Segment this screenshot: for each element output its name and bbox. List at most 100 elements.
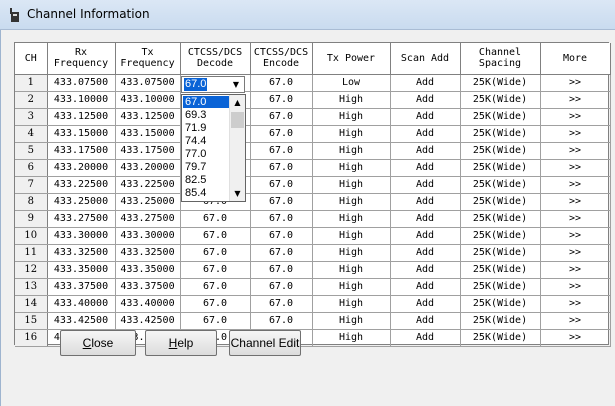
cell-spacing[interactable]: 25K(Wide) — [460, 193, 541, 211]
cell-tx-power[interactable]: High — [312, 295, 391, 313]
cell-spacing[interactable]: 25K(Wide) — [460, 210, 541, 228]
cell-decode[interactable]: 67.0 — [180, 261, 251, 279]
table-row[interactable]: 2433.10000433.1000067.067.0HighAdd25K(Wi… — [15, 91, 611, 109]
cell-scan-add[interactable]: Add — [390, 193, 461, 211]
cell-more[interactable]: >> — [540, 125, 611, 143]
cell-scan-add[interactable]: Add — [390, 142, 461, 160]
cell-rx-frequency[interactable]: 433.07500 — [47, 74, 116, 92]
decode-combobox[interactable]: 67.0 ▼ — [181, 76, 245, 93]
cell-encode[interactable]: 67.0 — [250, 159, 313, 177]
cell-more[interactable]: >> — [540, 74, 611, 92]
cell-rx-frequency[interactable]: 433.40000 — [47, 295, 116, 313]
col-header-tx[interactable]: Tx Frequency — [115, 43, 181, 75]
cell-more[interactable]: >> — [540, 329, 611, 347]
cell-rx-frequency[interactable]: 433.10000 — [47, 91, 116, 109]
table-row[interactable]: 9 433.27500 433.27500 67.0 67.0 High Add 25K(Wi… — [15, 210, 611, 228]
dropdown-option[interactable]: 77.0 — [183, 148, 231, 160]
cell-tx-power[interactable]: High — [312, 176, 391, 194]
table-row[interactable]: 5433.17500433.1750067.067.0HighAdd25K(Wi… — [15, 142, 611, 160]
help-button[interactable]: Help — [145, 330, 217, 356]
dropdown-option[interactable]: 67.0 — [183, 96, 231, 108]
cell-more[interactable]: >> — [540, 295, 611, 313]
dropdown-option[interactable]: 82.5 — [183, 174, 231, 186]
cell-scan-add[interactable]: Add — [390, 244, 461, 262]
cell-more[interactable]: >> — [540, 142, 611, 160]
cell-decode[interactable]: 67.0 — [180, 278, 251, 296]
dropdown-option[interactable]: 79.7 — [183, 161, 231, 173]
col-header-spacing[interactable]: Channel Spacing — [460, 43, 541, 75]
cell-tx-frequency[interactable]: 433.27500 — [115, 210, 181, 228]
chevron-down-icon[interactable]: ▼ — [229, 78, 243, 91]
cell-scan-add[interactable]: Add — [390, 176, 461, 194]
cell-tx-power[interactable]: High — [312, 125, 391, 143]
scroll-down-icon[interactable]: ▼ — [230, 186, 245, 201]
channel-edit-button[interactable]: Channel Edit — [229, 330, 301, 356]
cell-tx-frequency[interactable]: 433.35000 — [115, 261, 181, 279]
cell-decode[interactable]: 67.0 — [180, 210, 251, 228]
cell-spacing[interactable]: 25K(Wide) — [460, 295, 541, 313]
table-row[interactable]: 4433.15000433.1500067.067.0HighAdd25K(Wi… — [15, 125, 611, 143]
col-header-rx[interactable]: Rx Frequency — [47, 43, 116, 75]
cell-spacing[interactable]: 25K(Wide) — [460, 159, 541, 177]
cell-tx-frequency[interactable]: 433.32500 — [115, 244, 181, 262]
cell-scan-add[interactable]: Add — [390, 312, 461, 330]
cell-spacing[interactable]: 25K(Wide) — [460, 91, 541, 109]
cell-rx-frequency[interactable]: 433.30000 — [47, 227, 116, 245]
cell-spacing[interactable]: 25K(Wide) — [460, 108, 541, 126]
cell-decode[interactable]: 67.0 — [180, 227, 251, 245]
cell-spacing[interactable]: 25K(Wide) — [460, 74, 541, 92]
cell-spacing[interactable]: 25K(Wide) — [460, 312, 541, 330]
cell-tx-frequency[interactable]: 433.10000 — [115, 91, 181, 109]
cell-scan-add[interactable]: Add — [390, 210, 461, 228]
dropdown-option[interactable]: 71.9 — [183, 122, 231, 134]
cell-rx-frequency[interactable]: 433.35000 — [47, 261, 116, 279]
col-header-encode[interactable]: CTCSS/DCS Encode — [250, 43, 313, 75]
table-row[interactable]: 3433.12500433.1250067.067.0HighAdd25K(Wi… — [15, 108, 611, 126]
cell-rx-frequency[interactable]: 433.27500 — [47, 210, 116, 228]
cell-tx-power[interactable]: High — [312, 210, 391, 228]
cell-more[interactable]: >> — [540, 244, 611, 262]
cell-rx-frequency[interactable]: 433.37500 — [47, 278, 116, 296]
cell-more[interactable]: >> — [540, 108, 611, 126]
cell-rx-frequency[interactable]: 433.15000 — [47, 125, 116, 143]
cell-more[interactable]: >> — [540, 193, 611, 211]
cell-encode[interactable]: 67.0 — [250, 74, 313, 92]
cell-tx-frequency[interactable]: 433.40000 — [115, 295, 181, 313]
cell-tx-power[interactable]: High — [312, 329, 391, 347]
table-row[interactable]: 14 433.40000 433.40000 67.0 67.0 High Add 25K(W… — [15, 295, 611, 313]
dropdown-option[interactable]: 74.4 — [183, 135, 231, 147]
channel-grid[interactable]: CH Rx Frequency Tx Frequency CTCSS/DCS Deco… — [14, 42, 611, 347]
col-header-power[interactable]: Tx Power — [312, 43, 391, 75]
cell-scan-add[interactable]: Add — [390, 108, 461, 126]
cell-decode[interactable]: 67.0 — [180, 295, 251, 313]
cell-spacing[interactable]: 25K(Wide) — [460, 142, 541, 160]
cell-tx-power[interactable]: High — [312, 312, 391, 330]
cell-scan-add[interactable]: Add — [390, 125, 461, 143]
table-row[interactable]: 10 433.30000 433.30000 67.0 67.0 High Add 25K(W… — [15, 227, 611, 245]
cell-tx-frequency[interactable]: 433.20000 — [115, 159, 181, 177]
cell-more[interactable]: >> — [540, 261, 611, 279]
cell-encode[interactable]: 67.0 — [250, 108, 313, 126]
cell-tx-frequency[interactable]: 433.37500 — [115, 278, 181, 296]
table-row[interactable]: 11 433.32500 433.32500 67.0 67.0 High Add 25K(W… — [15, 244, 611, 262]
cell-rx-frequency[interactable]: 433.22500 — [47, 176, 116, 194]
cell-tx-frequency[interactable]: 433.12500 — [115, 108, 181, 126]
dropdown-option[interactable]: 69.3 — [183, 109, 231, 121]
close-button[interactable]: Close — [60, 330, 136, 356]
cell-encode[interactable]: 67.0 — [250, 210, 313, 228]
cell-tx-frequency[interactable]: 433.07500 — [115, 74, 181, 92]
cell-decode[interactable]: 67.0 — [180, 312, 251, 330]
table-row[interactable]: 8433.25000433.2500067.067.0HighAdd25K(Wi… — [15, 193, 611, 211]
col-header-ch[interactable]: CH — [15, 43, 48, 75]
cell-spacing[interactable]: 25K(Wide) — [460, 227, 541, 245]
table-row[interactable]: 15 433.42500 433.42500 67.0 67.0 High Add 25K(W… — [15, 312, 611, 330]
cell-more[interactable]: >> — [540, 312, 611, 330]
cell-encode[interactable]: 67.0 — [250, 176, 313, 194]
scroll-up-icon[interactable]: ▲ — [230, 95, 245, 110]
col-header-decode[interactable]: CTCSS/DCS Decode — [180, 43, 251, 75]
cell-tx-frequency[interactable]: 433.30000 — [115, 227, 181, 245]
cell-encode[interactable]: 67.0 — [250, 142, 313, 160]
cell-spacing[interactable]: 25K(Wide) — [460, 176, 541, 194]
table-row[interactable]: 13 433.37500 433.37500 67.0 67.0 High Add 25K(W… — [15, 278, 611, 296]
col-header-more[interactable]: More — [540, 43, 611, 75]
